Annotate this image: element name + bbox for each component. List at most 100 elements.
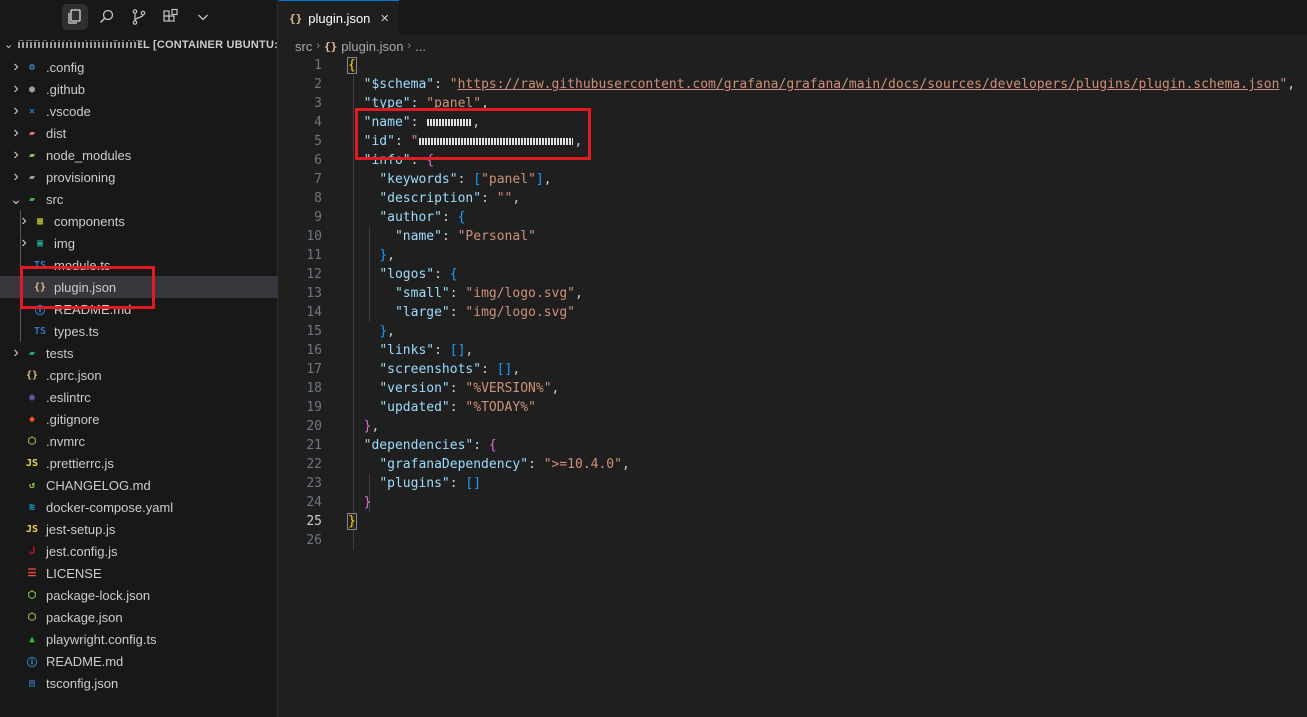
indent-guide [20, 320, 21, 342]
info-icon: ⓘ [35, 305, 45, 317]
source-control-icon[interactable] [126, 4, 152, 30]
tree-item[interactable]: ≋ docker-compose.yaml [0, 496, 278, 518]
tree-item[interactable]: ⬡ package-lock.json [0, 584, 278, 606]
line-number: 22 [306, 457, 322, 472]
code-line: 16 "links": [], [279, 341, 1307, 360]
tree-item[interactable]: › ▰ tests [0, 342, 278, 364]
tree-item-label: tests [46, 345, 74, 361]
tree-item[interactable]: JS jest-setup.js [0, 518, 278, 540]
tree-item-label: provisioning [46, 169, 116, 185]
tree-item[interactable]: › ▰ provisioning [0, 166, 278, 188]
code-line: 24 } [279, 493, 1307, 512]
git-icon: ◆ [28, 413, 36, 425]
chevron-down-icon: ⌄ [10, 190, 22, 207]
tree-item-label: docker-compose.yaml [46, 499, 174, 515]
code-line: 3 "type": "panel", [279, 94, 1307, 113]
json-icon: {} [324, 39, 338, 53]
tree-item[interactable]: › ▣ img [0, 232, 278, 254]
tree-item-label: playwright.config.ts [46, 631, 157, 647]
line-number: 26 [306, 533, 322, 548]
tree-item[interactable]: › ⚙ .config [0, 56, 278, 78]
playwright-icon: ▲ [28, 633, 36, 645]
indent-guide [20, 232, 21, 254]
sidebar-toolbar [0, 0, 277, 34]
indent-guide [20, 298, 21, 320]
tab-label: plugin.json [308, 10, 371, 26]
chevron-right-icon: › [13, 102, 19, 119]
tree-item[interactable]: ☰ LICENSE [0, 562, 278, 584]
tree-item[interactable]: ▲ playwright.config.ts [0, 628, 278, 650]
chevron-down-icon[interactable] [190, 4, 216, 30]
folder-icon: ▰ [28, 171, 36, 183]
line-number: 3 [314, 96, 322, 111]
extensions-icon[interactable] [158, 4, 184, 30]
tab-plugin-json[interactable]: {} plugin.json × [279, 0, 400, 35]
tree-item-label: .vscode [46, 103, 91, 119]
editor-area: {} plugin.json × src › {} plugin.json › … [279, 0, 1307, 717]
chevron-right-icon: › [316, 40, 321, 52]
tree-item-label: plugin.json [54, 279, 117, 295]
code-editor[interactable]: 1{ 2 "$schema": "https://raw.githubuserc… [279, 56, 1307, 550]
eslint-icon: ◉ [28, 391, 36, 403]
breadcrumb-symbol[interactable]: ... [415, 39, 426, 54]
jest-icon: ᒍ [28, 545, 36, 557]
tree-item-label: README.md [46, 653, 124, 669]
search-icon[interactable] [94, 4, 120, 30]
close-icon[interactable]: × [380, 10, 389, 27]
license-icon: ☰ [27, 567, 37, 579]
tree-item-label: jest-setup.js [46, 521, 116, 537]
line-number: 12 [306, 267, 322, 282]
explorer-root-header[interactable]: ⌄ PERSONAL-KIMI-PANEL [CONTAINER UBUNTU:2… [0, 34, 277, 56]
code-line: 2 "$schema": "https://raw.githubusercont… [279, 75, 1307, 94]
tree-item-label: types.ts [54, 323, 99, 339]
components-folder-icon: ▦ [36, 215, 44, 227]
tree-item[interactable]: ▤ tsconfig.json [0, 672, 278, 694]
tree-item[interactable]: › ✕ .vscode [0, 100, 278, 122]
tree-item-label: README.md [54, 301, 132, 317]
tree-item[interactable]: ⓘ README.md [0, 298, 278, 320]
breadcrumb-file[interactable]: plugin.json [341, 39, 403, 54]
explorer-icon[interactable] [62, 4, 88, 30]
line-number: 18 [306, 381, 322, 396]
tree-item-label: .prettierrc.js [46, 455, 114, 471]
explorer-sidebar: ⌄ PERSONAL-KIMI-PANEL [CONTAINER UBUNTU:2… [0, 0, 278, 717]
tree-item-label: src [46, 191, 64, 207]
indent-guide [20, 254, 21, 276]
tree-item[interactable]: › ● .github [0, 78, 278, 100]
tree-item[interactable]: ⬡ .nvmrc [0, 430, 278, 452]
tree-item-label: img [54, 235, 75, 251]
tree-item[interactable]: ⓘ README.md [0, 650, 278, 672]
chevron-right-icon: › [407, 40, 412, 52]
tree-item[interactable]: JS .prettierrc.js [0, 452, 278, 474]
code-line: 19 "updated": "%TODAY%" [279, 398, 1307, 417]
tree-item[interactable]: {} .cprc.json [0, 364, 278, 386]
tree-item[interactable]: ⌄ ▰ src [0, 188, 278, 210]
code-line: 4 "name": , [279, 113, 1307, 132]
tree-item[interactable]: ⬡ package.json [0, 606, 278, 628]
code-line: 15 }, [279, 322, 1307, 341]
tree-item[interactable]: › ▰ dist [0, 122, 278, 144]
tree-item[interactable]: ᒍ jest.config.js [0, 540, 278, 562]
redaction-scribble [18, 42, 140, 48]
src-folder-icon: ▰ [28, 193, 36, 205]
file-tree: › ⚙ .config › ● .github › ✕ .vscode › ▰ dist › ▰ node_… [0, 56, 278, 694]
breadcrumb-src[interactable]: src [295, 39, 312, 54]
code-line: 7 "keywords": ["panel"], [279, 170, 1307, 189]
chevron-right-icon: › [13, 146, 19, 163]
tree-item[interactable]: ◉ .eslintrc [0, 386, 278, 408]
tree-item[interactable]: {} plugin.json [0, 276, 278, 298]
tree-item[interactable]: TS types.ts [0, 320, 278, 342]
tree-item-label: .eslintrc [46, 389, 91, 405]
code-line: 23 "plugins": [] [279, 474, 1307, 493]
tree-item-label: tsconfig.json [46, 675, 119, 691]
tree-item[interactable]: › ▰ node_modules [0, 144, 278, 166]
tsconfig-icon: ▤ [28, 677, 36, 689]
tree-item[interactable]: › ▦ components [0, 210, 278, 232]
tree-item-label: jest.config.js [46, 543, 118, 559]
code-line: 13 "small": "img/logo.svg", [279, 284, 1307, 303]
schema-link[interactable]: https://raw.githubusercontent.com/grafan… [458, 77, 1280, 92]
tree-item[interactable]: ◆ .gitignore [0, 408, 278, 430]
indent-guide [20, 276, 21, 298]
tree-item[interactable]: TS module.ts [0, 254, 278, 276]
tree-item[interactable]: ↺ CHANGELOG.md [0, 474, 278, 496]
